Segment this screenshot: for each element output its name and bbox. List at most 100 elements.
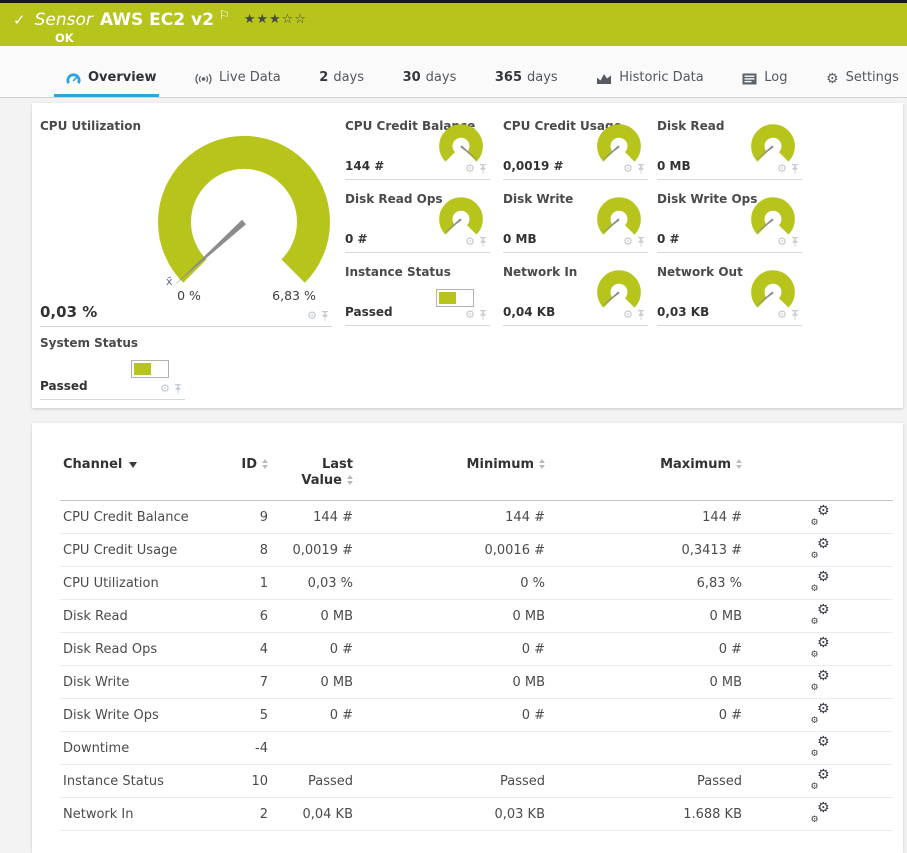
cell-last-value: Passed [307,774,353,789]
channel-value: 0 # [345,232,368,246]
cell-channel: Disk Write [63,675,130,690]
tab-365-days[interactable]: 365 days [495,58,558,97]
gear-icon[interactable]: ⚙ [465,163,475,174]
tab-label: days [333,70,365,85]
star-empty-icon[interactable]: ☆ [282,12,295,27]
pin-icon[interactable] [173,383,183,395]
tab-bar: Overview Live Data 2 days 30 days 365 days Histo… [0,46,907,98]
channel-cell-instance-status[interactable]: Instance Status Passed ⚙ [345,263,490,326]
tab-settings[interactable]: ⚙ Settings [826,58,899,97]
tab-label: Overview [88,70,157,85]
gear-icon[interactable]: ⚙ [465,309,475,320]
cell-channel: Disk Read Ops [63,642,158,657]
gear-icon[interactable]: ⚙ [623,163,633,174]
status-indicator [436,289,474,307]
tab-label: Log [764,70,788,85]
cell-minimum: 0 % [520,576,545,591]
pin-icon[interactable] [790,163,800,175]
channel-settings-icon[interactable]: ⚙ ⚙ [810,668,831,693]
pin-icon[interactable] [636,236,646,248]
channel-cell-disk-write-ops[interactable]: Disk Write Ops 0 # ⚙ [657,190,802,253]
priority-stars[interactable]: ★★★☆☆ [244,12,307,27]
channel-settings-icon[interactable]: ⚙ ⚙ [810,569,831,594]
pin-icon[interactable] [320,310,330,322]
star-filled-icon[interactable]: ★ [256,12,269,27]
tab-overview[interactable]: Overview [54,58,159,97]
column-header-id[interactable]: ID [220,457,268,473]
sort-icon[interactable] [347,475,353,485]
channel-settings-icon[interactable]: ⚙ ⚙ [810,536,831,561]
flag-icon[interactable]: ⚐ [219,8,230,22]
channel-value: Passed [345,305,393,319]
channel-value: 0,03 KB [657,305,710,319]
cell-id: 1 [259,576,268,591]
channel-settings-icon[interactable]: ⚙ ⚙ [810,503,831,528]
sensor-title: AWS EC2 v2 [99,10,214,30]
tab-number: 2 [319,70,329,85]
channel-settings-icon[interactable]: ⚙ ⚙ [810,701,831,726]
pin-icon[interactable] [478,309,488,321]
cell-channel: Network In [63,807,134,822]
gear-icon[interactable]: ⚙ [777,163,787,174]
channel-cell-cpu-utilization[interactable]: CPU Utilization x̄ 0 % 6,83 % 0,03 % ⚙ [40,117,332,327]
channel-settings-icon[interactable]: ⚙ ⚙ [810,635,831,660]
channel-settings-icon[interactable]: ⚙ ⚙ [810,734,831,759]
cell-maximum: 0 # [718,708,742,723]
gauge-scale-max: 6,83 % [272,288,316,303]
cell-minimum: 0 # [521,708,545,723]
tab-2-days[interactable]: 2 days [319,58,364,97]
channel-cell-cpu-credit-balance[interactable]: CPU Credit Balance 144 # ⚙ [345,117,490,180]
star-empty-icon[interactable]: ☆ [294,12,307,27]
channel-cell-disk-read-ops[interactable]: Disk Read Ops 0 # ⚙ [345,190,490,253]
channel-value: Passed [40,379,88,393]
channel-settings-icon[interactable]: ⚙ ⚙ [810,767,831,792]
gear-icon[interactable]: ⚙ [465,236,475,247]
column-header-channel[interactable]: Channel [63,457,220,473]
tab-historic-data[interactable]: Historic Data [596,58,704,97]
sort-desc-icon[interactable] [129,461,138,468]
pin-icon[interactable] [790,309,800,321]
cell-minimum: 0,0016 # [484,543,545,558]
table-row-disk-write: Disk Write 7 0 MB 0 MB 0 MB ⚙ ⚙ [32,666,903,699]
channel-cell-network-in[interactable]: Network In 0,04 KB ⚙ [503,263,648,326]
column-header-last-value[interactable]: Last Value [268,457,353,489]
cell-id: 8 [259,543,268,558]
table-row-downtime: Downtime -4 ⚙ ⚙ [32,732,903,765]
cell-last-value: 144 # [313,510,353,525]
gear-icon[interactable]: ⚙ [777,309,787,320]
star-filled-icon[interactable]: ★ [269,12,282,27]
gear-icon[interactable]: ⚙ [623,309,633,320]
gear-icon[interactable]: ⚙ [160,383,170,394]
gear-icon[interactable]: ⚙ [777,236,787,247]
pin-icon[interactable] [478,163,488,175]
star-filled-icon[interactable]: ★ [244,12,257,27]
cpu-utilization-gauge: x̄ [154,133,334,307]
channel-cell-system-status[interactable]: System Status Passed ⚙ [40,334,185,400]
tab-30-days[interactable]: 30 days [403,58,457,97]
channel-cell-network-out[interactable]: Network Out 0,03 KB ⚙ [657,263,802,326]
cell-channel: CPU Utilization [63,576,159,591]
cell-maximum: 0 MB [709,675,742,690]
gear-icon[interactable]: ⚙ [623,236,633,247]
channel-settings-icon[interactable]: ⚙ ⚙ [810,800,831,825]
table-row-cpu-credit-balance: CPU Credit Balance 9 144 # 144 # 144 # ⚙ ⚙ [32,501,903,534]
channel-settings-icon[interactable]: ⚙ ⚙ [810,602,831,627]
channel-cell-cpu-credit-usage[interactable]: CPU Credit Usage 0,0019 # ⚙ [503,117,648,180]
gear-icon[interactable]: ⚙ [307,310,317,321]
cell-maximum: Passed [696,774,742,789]
pin-icon[interactable] [478,236,488,248]
pin-icon[interactable] [636,163,646,175]
column-header-maximum[interactable]: Maximum [545,457,742,473]
channel-cell-disk-read[interactable]: Disk Read 0 MB ⚙ [657,117,802,180]
pin-icon[interactable] [636,309,646,321]
gauge-average-marker: x̄ [166,275,173,288]
sort-icon[interactable] [736,459,742,469]
status-indicator [131,360,169,378]
tab-label: Historic Data [619,70,704,85]
tab-log[interactable]: Log [742,58,788,97]
gauges-panel: CPU Utilization x̄ 0 % 6,83 % 0,03 % ⚙ S… [32,103,903,408]
pin-icon[interactable] [790,236,800,248]
column-header-minimum[interactable]: Minimum [353,457,545,473]
channel-cell-disk-write[interactable]: Disk Write 0 MB ⚙ [503,190,648,253]
tab-live-data[interactable]: Live Data [195,58,281,97]
